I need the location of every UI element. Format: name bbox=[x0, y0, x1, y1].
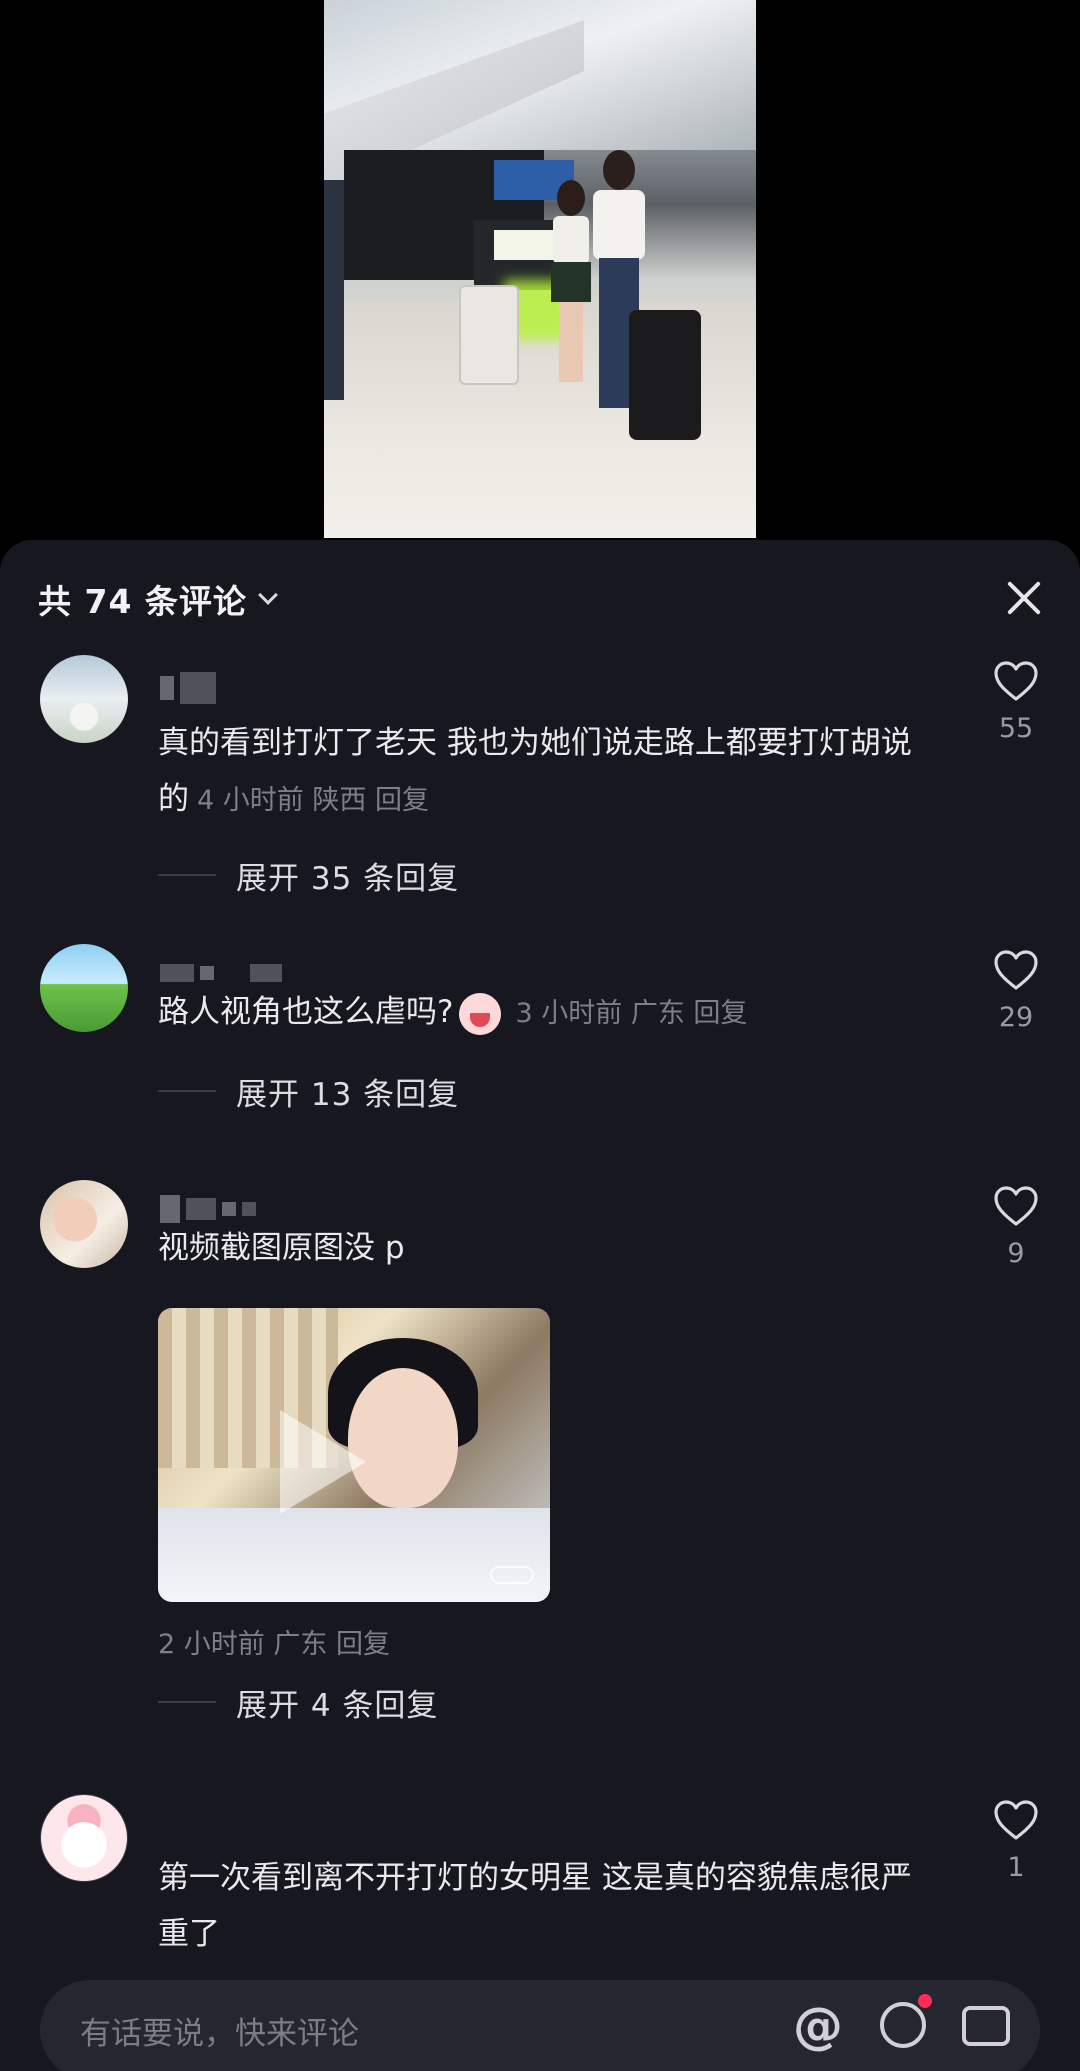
avatar[interactable] bbox=[40, 1180, 128, 1268]
expand-replies-button[interactable]: 展开 35 条回复 bbox=[158, 855, 460, 897]
like-button[interactable]: 9 bbox=[990, 1186, 1042, 1269]
play-icon[interactable] bbox=[280, 1410, 366, 1514]
like-count: 1 bbox=[1007, 1852, 1025, 1883]
video-suitcase-black bbox=[629, 310, 701, 440]
notification-dot bbox=[918, 1994, 932, 2008]
comment-body: 视频截图原图没 p bbox=[158, 1230, 405, 1266]
avatar[interactable] bbox=[40, 944, 128, 1032]
like-button[interactable]: 1 bbox=[990, 1800, 1042, 1883]
avatar[interactable] bbox=[40, 655, 128, 743]
expand-replies-button[interactable]: 展开 13 条回复 bbox=[158, 1071, 460, 1113]
video-person-woman bbox=[549, 180, 593, 390]
crying-laughing-emoji-icon bbox=[459, 992, 502, 1035]
comment-meta: 4 小时前 陕西 回复 bbox=[197, 785, 429, 816]
expand-replies-label: 展开 35 条回复 bbox=[236, 860, 460, 897]
comment-meta: 2 小时前 广东 回复 bbox=[158, 1629, 390, 1660]
like-count: 55 bbox=[998, 713, 1034, 744]
reply-button[interactable]: 回复 bbox=[375, 785, 429, 816]
comment-input-placeholder[interactable]: 有话要说，快来评论 bbox=[80, 2008, 359, 2053]
heart-icon bbox=[994, 950, 1038, 990]
video-player[interactable] bbox=[0, 0, 1080, 540]
like-count: 9 bbox=[1007, 1238, 1025, 1269]
heart-icon bbox=[994, 1186, 1038, 1226]
thumbnail-bottom bbox=[158, 1508, 550, 1602]
comment-text: 真的看到打灯了老天 我也为她们说走路上都要打灯胡说的 4 小时前 陕西 回复 bbox=[158, 715, 938, 829]
comment-body: 路人视角也这么虐吗? bbox=[158, 994, 454, 1030]
comment-text: 视频截图原图没 p bbox=[158, 1220, 938, 1276]
username-pixelated[interactable] bbox=[160, 671, 216, 705]
comment-body: 第一次看到离不开打灯的女明星 这是真的容貌焦虑很严重了 bbox=[158, 1860, 912, 1952]
expand-replies-label: 展开 13 条回复 bbox=[236, 1076, 460, 1113]
like-button[interactable]: 55 bbox=[990, 661, 1042, 744]
heart-icon bbox=[994, 661, 1038, 701]
image-icon[interactable] bbox=[956, 1996, 1016, 2056]
reply-button[interactable]: 回复 bbox=[336, 1629, 390, 1660]
emoji-icon[interactable] bbox=[874, 1994, 934, 2056]
video-frame[interactable] bbox=[324, 0, 756, 538]
chevron-down-icon[interactable] bbox=[258, 585, 278, 605]
comment-meta: 3 小时前 广东 回复 bbox=[515, 998, 748, 1029]
comment-text: 路人视角也这么虐吗? 3 小时前 广东 回复 bbox=[158, 984, 938, 1042]
at-mention-icon[interactable]: @ bbox=[788, 1996, 848, 2056]
heart-icon bbox=[994, 1800, 1038, 1840]
expand-replies-button[interactable]: 展开 4 条回复 bbox=[158, 1682, 439, 1724]
reply-button[interactable]: 回复 bbox=[693, 998, 747, 1029]
like-button[interactable]: 29 bbox=[990, 950, 1042, 1033]
comment-count-title: 共 74 条评论 bbox=[38, 582, 247, 621]
comment-input-bar[interactable]: 有话要说，快来评论 @ bbox=[40, 1980, 1040, 2071]
comment-count-header[interactable]: 共 74 条评论 bbox=[38, 574, 278, 624]
watermark-icon bbox=[490, 1566, 534, 1584]
avatar[interactable] bbox=[40, 1794, 128, 1882]
video-bystander bbox=[324, 180, 344, 400]
comment-video-thumbnail[interactable] bbox=[158, 1308, 550, 1602]
comment-panel: 共 74 条评论 真的看到打灯了老天 我也为她们说走路上都要打灯胡说的 4 小时前… bbox=[0, 540, 1080, 2071]
like-count: 29 bbox=[998, 1002, 1034, 1033]
close-icon[interactable] bbox=[1002, 576, 1046, 620]
comment-text: 第一次看到离不开打灯的女明星 这是真的容貌焦虑很严重了 bbox=[158, 1850, 938, 1962]
expand-replies-label: 展开 4 条回复 bbox=[236, 1687, 439, 1724]
video-suitcase-white bbox=[459, 285, 519, 385]
